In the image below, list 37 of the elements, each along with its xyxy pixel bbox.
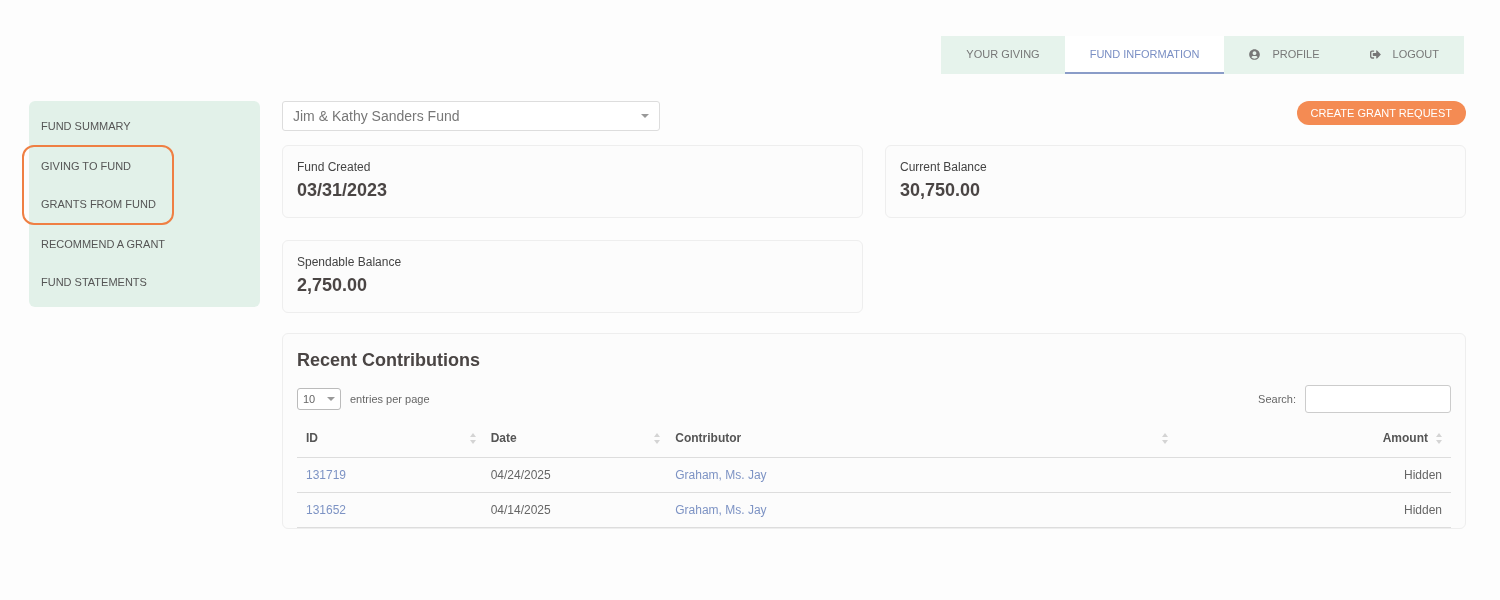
column-header[interactable]: Amount: [1174, 419, 1451, 458]
caret-icon: [327, 397, 335, 401]
sidebar-item[interactable]: FUND SUMMARY: [29, 107, 260, 145]
search-field[interactable]: [1305, 385, 1451, 413]
amount-cell: Hidden: [1174, 457, 1451, 493]
sidebar-item[interactable]: FUND STATEMENTS: [29, 263, 260, 301]
date-cell: 04/24/2025: [481, 457, 667, 493]
stat-value: 03/31/2023: [297, 180, 389, 201]
sidebar-item[interactable]: GIVING TO FUND: [29, 147, 172, 185]
sort-icon: [654, 433, 661, 444]
sort-icon: [469, 433, 476, 444]
sort-icon: [1162, 433, 1168, 444]
nav-tab[interactable]: PROFILE: [1224, 36, 1345, 74]
section-title: Recent Contributions: [297, 350, 481, 371]
fund-select[interactable]: Jim & Kathy Sanders Fund: [282, 101, 660, 131]
column-header[interactable]: Date: [481, 419, 667, 458]
stat-value: 30,750.00: [900, 180, 982, 201]
date-cell: 04/14/2025: [481, 492, 667, 528]
nav-tab[interactable]: LOGOUT: [1344, 36, 1464, 74]
exit-arrow-icon: [1369, 48, 1381, 60]
stat-label: Fund Created: [297, 160, 372, 174]
page-size-label: entries per page: [350, 393, 430, 405]
sidebar-item[interactable]: RECOMMEND A GRANT: [29, 225, 260, 263]
nav-tab[interactable]: YOUR GIVING: [941, 36, 1065, 74]
stat-value: 2,750.00: [297, 275, 369, 296]
sidebar-item[interactable]: GRANTS FROM FUND: [29, 185, 172, 223]
page-size-select[interactable]: 10: [297, 388, 341, 410]
column-header[interactable]: ID: [297, 419, 482, 458]
stat-label: Spendable Balance: [297, 255, 403, 269]
user-icon: [1249, 48, 1261, 60]
caret-icon: [641, 114, 649, 118]
column-header[interactable]: Contributor: [666, 419, 1174, 458]
search-label: Search:: [1258, 393, 1296, 405]
nav-tab[interactable]: FUND INFORMATION: [1064, 36, 1225, 74]
sort-icon: [1436, 433, 1442, 445]
stat-label: Current Balance: [900, 160, 988, 174]
amount-cell: Hidden: [1174, 492, 1451, 528]
